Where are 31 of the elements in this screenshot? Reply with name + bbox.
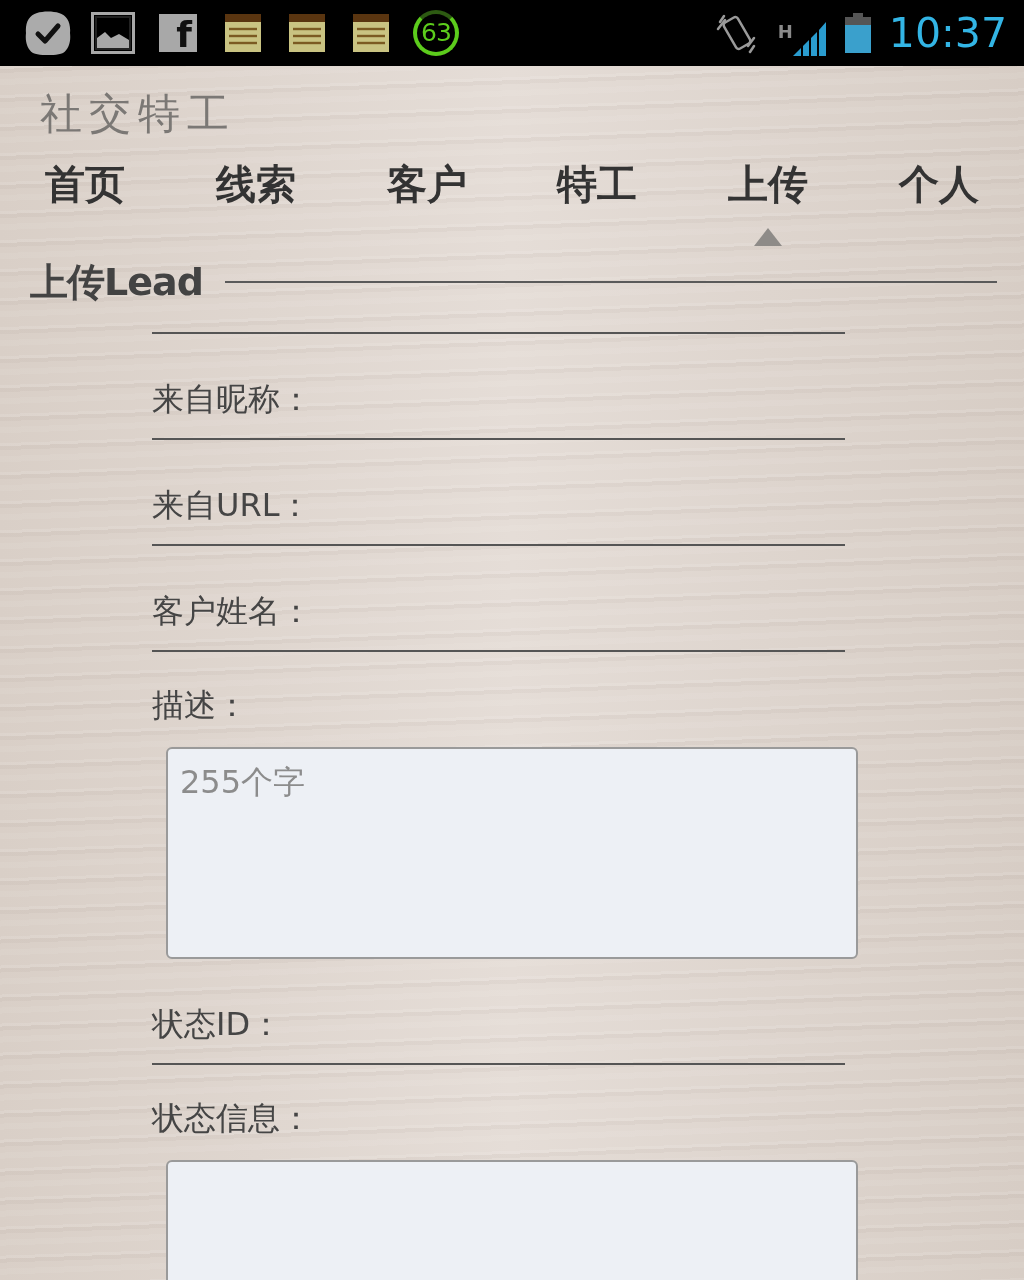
- letter-f-icon: f: [159, 14, 197, 52]
- section-title: 上传Lead: [30, 260, 203, 304]
- notepad-icon: [289, 14, 325, 52]
- field-label: 状态信息：: [152, 1099, 312, 1137]
- field-label: 来自昵称：: [152, 380, 312, 418]
- field-label: 客户姓名：: [152, 592, 312, 630]
- input-field[interactable]: 来自昵称：: [152, 334, 845, 440]
- nav-tab[interactable]: 特工: [557, 160, 638, 248]
- selected-indicator-icon: [754, 228, 782, 246]
- field-label: 描述：: [152, 686, 248, 724]
- network-type-label: H: [777, 23, 793, 41]
- app-title: 社交特工: [40, 90, 236, 138]
- nav-tab[interactable]: 个人: [898, 160, 979, 248]
- nav-tab[interactable]: 客户: [386, 160, 467, 248]
- nav-tab[interactable]: 线索: [216, 160, 296, 248]
- field-label: 状态ID：: [152, 1005, 283, 1043]
- nav-tab[interactable]: 首页: [45, 160, 126, 248]
- image-icon: [91, 12, 135, 54]
- counter-ring: 63: [413, 10, 459, 56]
- battery-icon: [844, 13, 871, 53]
- chat-check-icon: [25, 11, 71, 55]
- text-area[interactable]: 255个字: [166, 747, 858, 959]
- notepad-icon: [353, 14, 389, 52]
- clock-time: 10:37: [888, 9, 1007, 57]
- input-field[interactable]: 来自URL：: [152, 440, 845, 546]
- field-label: 来自URL：: [152, 486, 312, 524]
- input-field[interactable]: 客户姓名：: [152, 546, 845, 652]
- nav-tab[interactable]: 上传: [728, 160, 808, 248]
- notepad-icon: [225, 14, 261, 52]
- input-field[interactable]: 状态ID：: [152, 959, 845, 1065]
- vibrate-icon: [715, 12, 756, 54]
